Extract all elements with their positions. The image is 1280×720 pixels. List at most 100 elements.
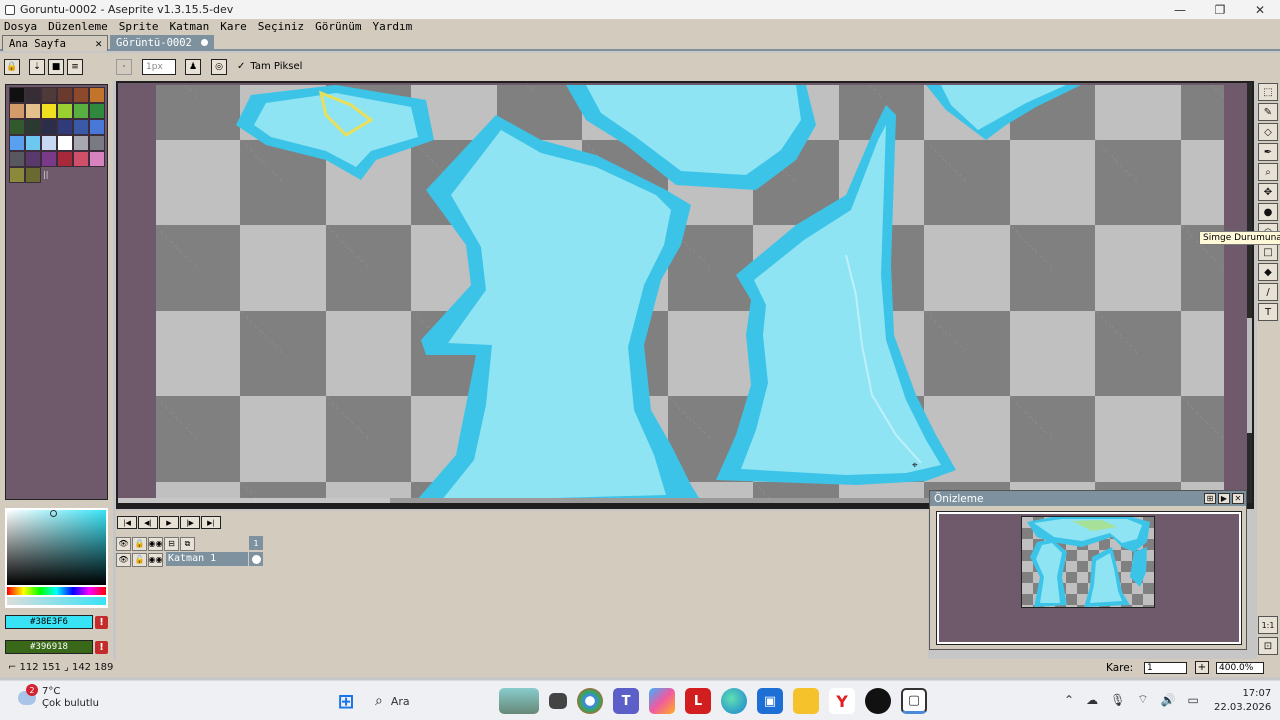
teams-icon[interactable]: T — [613, 688, 639, 714]
contour-tool-icon[interactable]: ◆ — [1258, 263, 1278, 281]
marquee-tool-icon[interactable]: ⬚ — [1258, 83, 1278, 101]
menu-frame[interactable]: Kare — [220, 20, 247, 33]
play-button[interactable]: ▶ — [159, 516, 179, 529]
palette-swatch[interactable] — [9, 103, 25, 119]
canvas-view[interactable] — [118, 83, 1252, 503]
preview-close-button[interactable]: ✕ — [1232, 493, 1244, 504]
saturation-value-field[interactable] — [7, 510, 106, 585]
onion-skin-icon[interactable]: ⧉ — [180, 536, 195, 551]
task-view-icon[interactable] — [549, 693, 567, 709]
preview-mode-button[interactable]: ⊞ — [1204, 493, 1216, 504]
rectangle-tool-icon[interactable]: □ — [1258, 243, 1278, 261]
vertical-scroll-thumb[interactable] — [1247, 318, 1252, 433]
unsaved-dot-icon[interactable] — [201, 39, 208, 46]
palette-swatch[interactable] — [25, 135, 41, 151]
menu-lines-icon[interactable]: ≡ — [67, 59, 83, 75]
edge-icon[interactable] — [721, 688, 747, 714]
palette-swatch[interactable] — [89, 151, 105, 167]
chrome-icon[interactable] — [577, 688, 603, 714]
download-icon[interactable]: ⇣ — [29, 59, 45, 75]
palette-swatch[interactable] — [41, 119, 57, 135]
layer-visibility-icon[interactable]: 👁 — [116, 552, 131, 567]
l-app-icon[interactable]: L — [685, 688, 711, 714]
palette-swatch[interactable] — [89, 135, 105, 151]
stop-icon[interactable]: ■ — [48, 59, 64, 75]
text-tool-icon[interactable]: T — [1258, 303, 1278, 321]
palette-swatch[interactable] — [41, 135, 57, 151]
layer-continuous-icon[interactable]: ◉◉ — [148, 552, 163, 567]
first-frame-button[interactable]: |◀ — [117, 516, 137, 529]
microphone-icon[interactable]: 🎙 — [1110, 693, 1125, 707]
yandex-icon[interactable]: Y — [829, 688, 855, 714]
palette-swatch[interactable] — [25, 151, 41, 167]
palette-swatch[interactable] — [73, 135, 89, 151]
file-explorer-icon[interactable] — [793, 688, 819, 714]
preview-play-button[interactable]: ▶ — [1218, 493, 1230, 504]
hue-slider[interactable] — [7, 587, 106, 595]
sprite-editor[interactable] — [116, 81, 1254, 509]
palette-swatch[interactable] — [9, 119, 25, 135]
menu-view[interactable]: Görünüm — [315, 20, 361, 33]
palette-swatch[interactable] — [73, 119, 89, 135]
toggle-timeline-icon[interactable]: ⊡ — [1258, 637, 1278, 655]
continuous-header-icon[interactable]: ◉◉ — [148, 536, 163, 551]
palette-swatch[interactable] — [73, 151, 89, 167]
palette-swatch[interactable] — [9, 167, 25, 183]
color-picker[interactable] — [5, 508, 108, 608]
preview-title-bar[interactable]: Önizleme ⊞ ▶ ✕ — [930, 491, 1246, 506]
zoom-tool-icon[interactable]: ⌕ — [1258, 163, 1278, 181]
palette-swatch[interactable] — [25, 87, 41, 103]
palette-swatch[interactable] — [57, 151, 73, 167]
palette-swatch[interactable] — [57, 103, 73, 119]
palette-swatch[interactable] — [89, 103, 105, 119]
foreground-color-button[interactable]: #38E3F6 — [5, 615, 93, 629]
preview-viewport[interactable] — [936, 511, 1242, 645]
ink-icon[interactable]: ♟ — [185, 59, 201, 75]
menu-file[interactable]: Dosya — [4, 20, 37, 33]
palette-swatch[interactable] — [89, 87, 105, 103]
brush-size-input[interactable]: 1px — [142, 59, 176, 75]
start-button-icon[interactable]: ⊞ — [333, 688, 359, 714]
next-frame-button[interactable]: |▶ — [180, 516, 200, 529]
close-window-button[interactable]: ✕ — [1240, 0, 1280, 19]
alpha-slider[interactable] — [7, 597, 106, 605]
frame-input[interactable]: 1 — [1144, 662, 1187, 674]
opacity-icon[interactable]: ◎ — [211, 59, 227, 75]
palette-swatch[interactable] — [25, 167, 41, 183]
copilot-icon[interactable] — [649, 688, 675, 714]
menu-help[interactable]: Yardım — [372, 20, 412, 33]
palette-swatch[interactable] — [9, 151, 25, 167]
blur-tool-icon[interactable]: / — [1258, 283, 1278, 301]
menu-edit[interactable]: Düzenleme — [48, 20, 108, 33]
store-icon[interactable]: ▣ — [757, 688, 783, 714]
palette-swatch[interactable] — [57, 119, 73, 135]
tab-home[interactable]: Ana Sayfa ✕ — [2, 35, 108, 51]
layers-header-icon[interactable]: ⊟ — [164, 536, 179, 551]
palette-swatch[interactable] — [41, 87, 57, 103]
background-color-button[interactable]: #396918 — [5, 640, 93, 654]
lock-icon[interactable]: 🔒 — [4, 59, 20, 75]
taskbar-search[interactable]: ⌕ Ara — [369, 688, 489, 714]
palette-swatch[interactable] — [41, 151, 57, 167]
fg-warning-icon[interactable]: ! — [95, 616, 108, 629]
weather-widget[interactable]: 2 7°C Çok bulutlu — [18, 684, 99, 710]
cel-frame-1[interactable] — [249, 552, 263, 566]
menu-select[interactable]: Seçiniz — [258, 20, 304, 33]
bg-warning-icon[interactable]: ! — [95, 641, 108, 654]
zoom-input[interactable]: 400.0% — [1216, 662, 1264, 674]
layer-lock-icon[interactable]: 🔓 — [132, 552, 147, 567]
one-to-one-button[interactable]: 1:1 — [1258, 616, 1278, 634]
cloud-sync-icon[interactable]: ☁ — [1086, 693, 1098, 707]
palette-swatch[interactable] — [57, 87, 73, 103]
game-app-icon[interactable] — [865, 688, 891, 714]
landscape-widget-icon[interactable] — [499, 688, 539, 714]
eraser-tool-icon[interactable]: ◇ — [1258, 123, 1278, 141]
lock-header-icon[interactable]: 🔒 — [132, 536, 147, 551]
volume-icon[interactable]: 🔊 — [1161, 693, 1176, 707]
sprite-canvas[interactable] — [156, 85, 1224, 501]
maximize-button[interactable]: ❐ — [1200, 0, 1240, 19]
brush-type-icon[interactable]: · — [116, 59, 132, 75]
color-cursor[interactable] — [50, 510, 57, 517]
clock[interactable]: 17:07 22.03.2026 — [1214, 687, 1271, 715]
close-tab-icon[interactable]: ✕ — [95, 37, 102, 50]
